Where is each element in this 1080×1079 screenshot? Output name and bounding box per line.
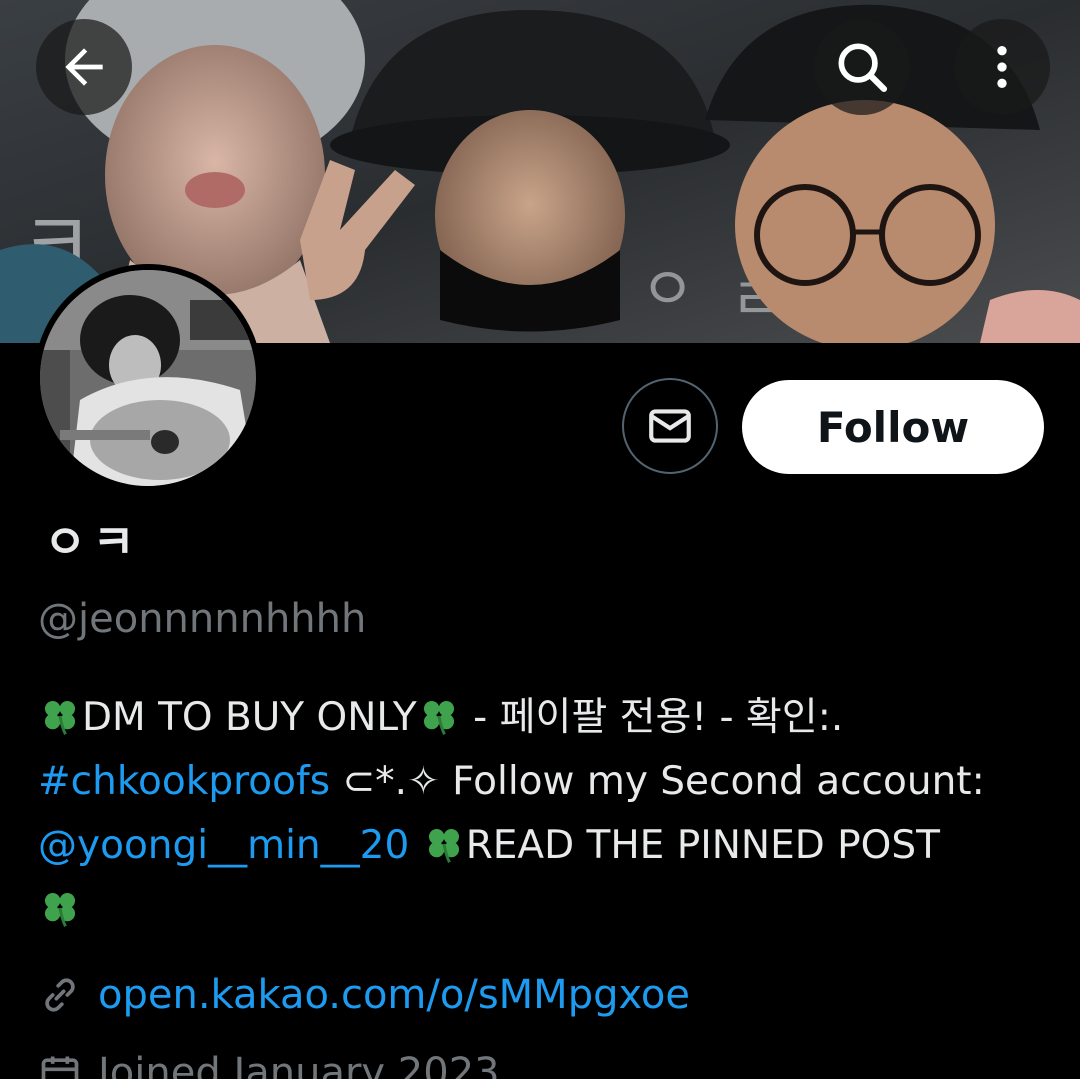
bio-text: - 페이팔 전용! - 확인:.: [460, 695, 844, 740]
joined-row: Joined January 2023: [38, 1050, 500, 1079]
profile-page: ㅋ ㅇ ㄹ Follow ㅇㅋ @jeonnnnnhhhh DM TO BUY …: [0, 0, 1080, 1079]
profile-avatar[interactable]: [34, 264, 262, 492]
link-icon: [45, 978, 75, 1012]
calendar-icon: [41, 1056, 79, 1079]
bio-line-1: DM TO BUY ONLY - 페이팔 전용! - 확인:.: [38, 686, 1048, 750]
envelope-icon: [649, 409, 691, 443]
bio-line-2: #chkookproofs ⊂*.✧ Follow my Second acco…: [38, 750, 1048, 814]
clover-emoji-icon: [423, 700, 454, 735]
website-row: open.kakao.com/o/sMMpgxoe: [38, 972, 690, 1018]
joined-date: Joined January 2023: [98, 1050, 500, 1079]
display-name: ㅇㅋ: [44, 515, 141, 569]
bio-line-4: [38, 878, 1048, 942]
mention-link[interactable]: @yoongi__min__20: [38, 823, 409, 868]
user-handle: @jeonnnnnhhhh: [38, 596, 367, 642]
profile-bio: DM TO BUY ONLY - 페이팔 전용! - 확인:. #chkookp…: [38, 686, 1048, 942]
back-button[interactable]: [36, 19, 132, 115]
bio-line-3: @yoongi__min__20 READ THE PINNED POST: [38, 814, 1048, 878]
bio-text: ⊂*.✧ Follow my Second account:: [330, 759, 985, 804]
clover-emoji-icon: [44, 892, 76, 927]
bio-text: READ THE PINNED POST: [465, 823, 940, 868]
website-link[interactable]: open.kakao.com/o/sMMpgxoe: [98, 972, 690, 1018]
follow-button[interactable]: Follow: [742, 380, 1044, 474]
arrow-left-icon: [65, 48, 103, 86]
clover-emoji-icon: [428, 828, 459, 863]
message-button[interactable]: [622, 378, 718, 474]
svg-text:ㅇ: ㅇ: [640, 255, 695, 325]
more-options-button[interactable]: [954, 19, 1050, 115]
search-button[interactable]: [814, 19, 910, 115]
hashtag-link[interactable]: #chkookproofs: [38, 759, 330, 804]
clover-emoji-icon: [44, 700, 76, 735]
search-icon: [838, 43, 888, 93]
bio-text: DM TO BUY ONLY: [82, 695, 417, 740]
more-vertical-icon: [997, 46, 1007, 88]
